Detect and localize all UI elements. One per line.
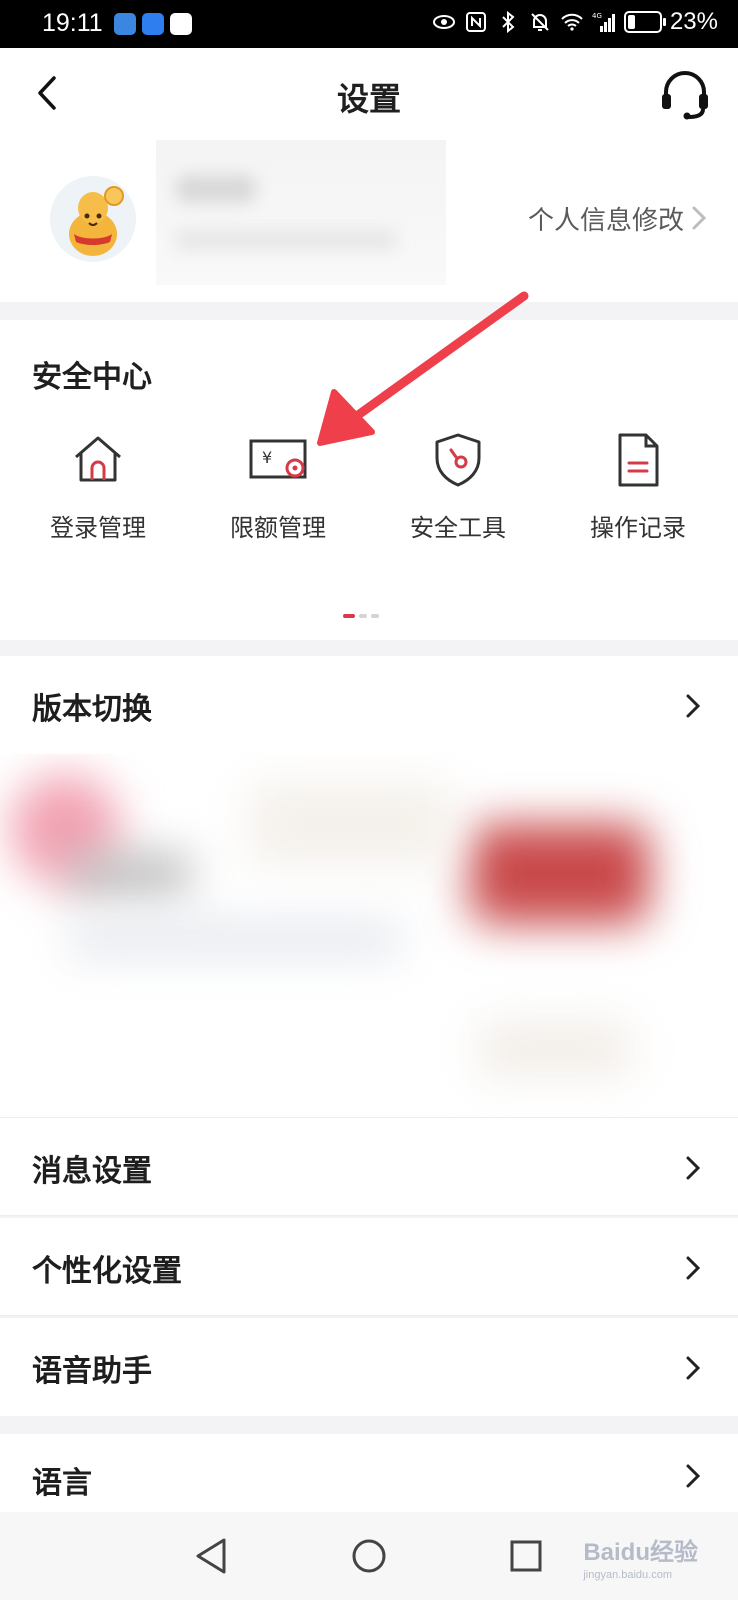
browser-app-icon — [114, 13, 136, 35]
status-bar: 19:11 4G 23% — [0, 0, 738, 48]
upload-app-icon — [170, 13, 192, 35]
limit-management-button[interactable]: ¥ 限额管理 — [198, 430, 358, 543]
voice-assistant-row[interactable]: 语音助手 — [0, 1318, 738, 1416]
system-nav-bar: Baidu经验 jingyan.baidu.com — [0, 1512, 738, 1600]
page-title: 设置 — [336, 80, 401, 118]
row-label: 版本切换 — [32, 692, 152, 727]
row-label: 个性化设置 — [32, 1254, 182, 1289]
profile-card[interactable]: 个人信息修改 — [0, 140, 738, 302]
profile-edit-link[interactable]: 个人信息修改 — [528, 200, 684, 237]
chevron-right-icon — [686, 1156, 701, 1180]
row-label: 语言 — [32, 1466, 92, 1501]
avatar[interactable] — [50, 176, 136, 262]
eye-icon — [432, 15, 455, 29]
signal-icon: 4G — [592, 12, 615, 32]
nav-home-button[interactable] — [345, 1532, 393, 1580]
mute-bell-icon — [531, 13, 549, 31]
operation-record-button[interactable]: 操作记录 — [558, 430, 718, 543]
chevron-right-icon — [686, 694, 701, 718]
status-time: 19:11 — [42, 9, 103, 37]
house-icon — [75, 436, 121, 482]
login-management-button[interactable]: 登录管理 — [18, 430, 178, 543]
sec-item-label: 登录管理 — [50, 514, 146, 542]
page-indicator — [343, 614, 379, 618]
language-row[interactable]: 语言 — [0, 1434, 738, 1514]
message-settings-row[interactable]: 消息设置 — [0, 1118, 738, 1216]
battery-percent: 23% — [669, 8, 718, 35]
bluetooth-icon — [502, 10, 515, 34]
page-dot — [371, 614, 379, 618]
chevron-right-icon — [686, 1464, 701, 1488]
watermark-url: jingyan.baidu.com — [583, 1569, 672, 1581]
page-dot — [359, 614, 367, 618]
row-label: 消息设置 — [32, 1154, 152, 1189]
chevron-right-icon — [692, 206, 707, 230]
page-dot — [343, 614, 355, 618]
sec-item-label: 操作记录 — [590, 514, 686, 542]
row-label: 语音助手 — [32, 1354, 152, 1389]
yuan-card-limit-icon: ¥ — [249, 439, 307, 479]
document-icon — [618, 433, 659, 487]
sec-item-label: 安全工具 — [410, 514, 506, 542]
profile-info-blurred — [156, 140, 446, 285]
chevron-right-icon — [686, 1256, 701, 1280]
cloud-app-icon — [142, 13, 164, 35]
svg-text:¥: ¥ — [262, 448, 272, 467]
network-label: 4G — [592, 12, 602, 20]
chevron-right-icon — [686, 1356, 701, 1380]
security-tools-button[interactable]: 安全工具 — [378, 430, 538, 543]
shield-icon — [435, 433, 481, 487]
headset-icon[interactable] — [658, 68, 712, 120]
gourd-mascot-avatar — [50, 176, 136, 262]
watermark-brand: Baidu经验 — [583, 1539, 698, 1566]
section-title: 安全中心 — [32, 360, 152, 395]
blurred-banner — [0, 754, 738, 1118]
app-header: 设置 — [0, 48, 738, 140]
sec-item-label: 限额管理 — [230, 514, 326, 542]
nav-back-button[interactable] — [188, 1532, 236, 1580]
battery-icon — [623, 11, 666, 33]
nfc-icon — [465, 12, 486, 32]
personalization-row[interactable]: 个性化设置 — [0, 1218, 738, 1316]
nav-recents-button[interactable] — [502, 1532, 550, 1580]
watermark: Baidu经验 jingyan.baidu.com — [583, 1532, 698, 1581]
wifi-icon — [561, 13, 583, 31]
version-switch-row[interactable]: 版本切换 — [0, 656, 738, 754]
security-center: 安全中心 登录管理 ¥ 限额管理 安全工具 操作记录 — [0, 320, 738, 640]
